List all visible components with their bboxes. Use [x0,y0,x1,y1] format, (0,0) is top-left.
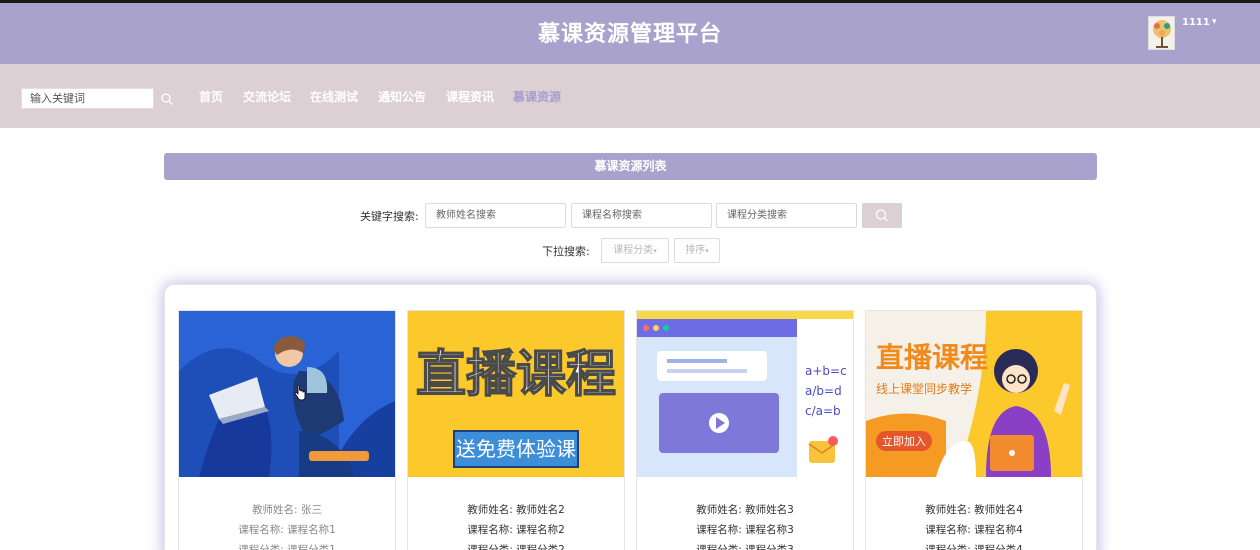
teacher-name: 教师姓名: 教师姓名3 [696,504,794,516]
resource-card[interactable]: a+b=c a/b=d c/a=b 教师姓名: 教师姓名3 课程名称: 课程名称… [636,310,854,550]
nav-item-mooc-resources[interactable]: 慕课资源 [513,88,561,105]
nav-bar: 输入关键词 首页 交流论坛 在线测试 通知公告 课程资讯 慕课资源 [0,64,1260,128]
nav-item-online-test[interactable]: 在线测试 [310,88,358,105]
banner-subtitle: 送免费体验课 [456,437,576,461]
formula-text: a/b=d [805,384,842,398]
card-info: 教师姓名: 教师姓名3 课程名称: 课程名称3 课程分类: 课程分类3 [637,500,853,550]
card-info: 教师姓名: 教师姓名4 课程名称: 课程名称4 课程分类: 课程分类4 [866,500,1082,550]
nav-item-course-news[interactable]: 课程资讯 [446,88,494,105]
banner-title: 直播课程 [416,345,616,403]
category-dropdown[interactable]: 课程分类▾ [601,238,669,263]
course-image[interactable]: 直播课程 线上课堂同步教学 立即加入 [866,311,1082,477]
teacher-name-search-input[interactable]: 教师姓名搜索 [425,203,566,228]
search-button[interactable] [862,203,902,228]
card-info: 教师姓名: 教师姓名2 课程名称: 课程名称2 课程分类: 课程分类2 [408,500,624,550]
course-category: 课程分类: 课程分类3 [696,544,794,550]
course-name: 课程名称: 课程名称1 [238,524,336,536]
keyword-search-label: 关键字搜索: [360,210,419,223]
search-icon[interactable] [160,92,174,106]
banner-title: 直播课程 [876,341,988,374]
banner-subtitle: 线上课堂同步教学 [876,381,972,396]
category-dropdown-label: 课程分类 [613,245,654,256]
course-name-search-input[interactable]: 课程名称搜索 [571,203,712,228]
course-name: 课程名称: 课程名称4 [925,524,1023,536]
course-category: 课程分类: 课程分类4 [925,544,1023,550]
resource-card[interactable]: 教师姓名: 张三 课程名称: 课程名称1 课程分类: 课程分类1 [178,310,396,550]
search-input[interactable]: 输入关键词 [21,88,154,109]
course-image[interactable]: 直播课程 送免费体验课 [408,311,624,477]
avatar[interactable] [1148,16,1175,50]
course-category: 课程分类: 课程分类1 [238,544,336,550]
sort-dropdown[interactable]: 排序▾ [674,238,720,263]
nav-item-forum[interactable]: 交流论坛 [243,88,291,105]
chevron-down-icon: ▾ [705,247,709,255]
site-title: 慕课资源管理平台 [537,22,722,47]
course-name: 课程名称: 课程名称3 [696,524,794,536]
search-icon [875,209,888,222]
course-image[interactable] [179,311,395,477]
username[interactable]: 1111 [1182,17,1210,28]
chevron-down-icon: ▾ [653,247,657,255]
card-info: 教师姓名: 张三 课程名称: 课程名称1 课程分类: 课程分类1 [179,500,395,550]
chevron-down-icon[interactable]: ▾ [1212,17,1217,27]
join-now-label: 立即加入 [882,434,926,448]
resource-card[interactable]: 直播课程 线上课堂同步教学 立即加入 教师姓名: 教师姓名4 课程名称: 课程名… [865,310,1083,550]
hand-cursor-icon [294,385,306,401]
nav-item-home[interactable]: 首页 [199,88,223,105]
nav-item-notice[interactable]: 通知公告 [378,88,426,105]
course-category-search-input[interactable]: 课程分类搜索 [716,203,857,228]
page-title: 慕课资源列表 [164,153,1097,180]
teacher-name: 教师姓名: 教师姓名4 [925,504,1023,516]
resource-card[interactable]: 直播课程 送免费体验课 教师姓名: 教师姓名2 课程名称: 课程名称2 课程分类… [407,310,625,550]
top-header: 慕课资源管理平台 1111 ▾ [0,0,1260,64]
teacher-name: 教师姓名: 张三 [252,504,322,516]
teacher-name: 教师姓名: 教师姓名2 [467,504,565,516]
sort-dropdown-label: 排序 [685,245,706,256]
course-image[interactable]: a+b=c a/b=d c/a=b [637,311,853,477]
formula-text: c/a=b [805,404,841,418]
formula-text: a+b=c [805,364,847,378]
dropdown-search-label: 下拉搜索: [542,245,590,258]
course-name: 课程名称: 课程名称2 [467,524,565,536]
course-category: 课程分类: 课程分类2 [467,544,565,550]
